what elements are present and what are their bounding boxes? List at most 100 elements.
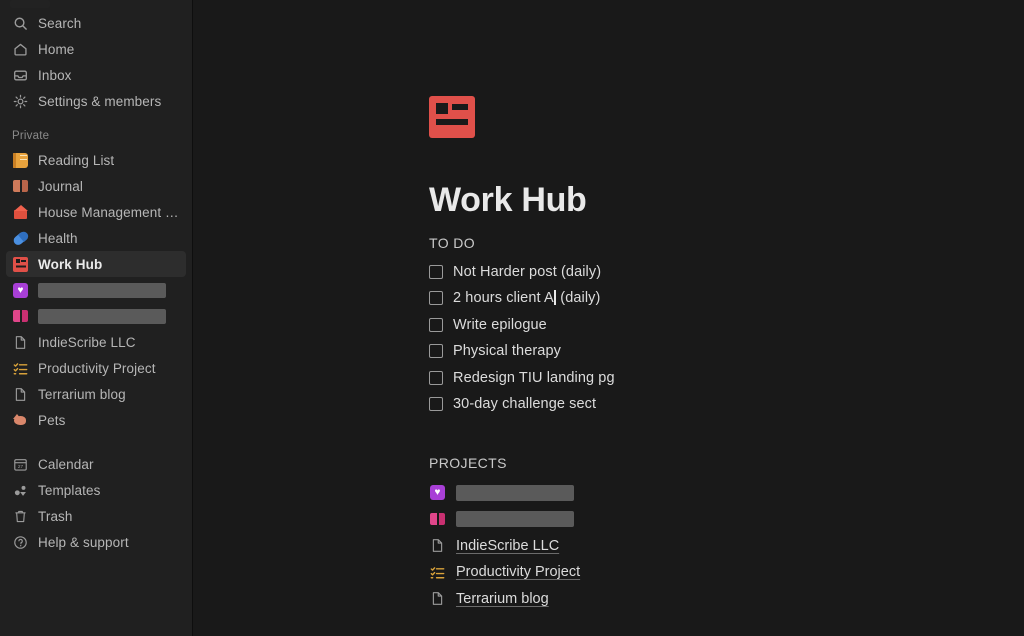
inbox-icon (12, 67, 29, 84)
project-link[interactable]: IndieScribe LLC (456, 538, 559, 554)
redacted-label (38, 282, 166, 298)
todo-checkbox[interactable] (429, 344, 443, 359)
sidebar-item-label: Home (38, 41, 75, 57)
purple-heart-emoji-icon (429, 484, 446, 501)
project-item-terrarium-blog[interactable]: Terrarium blog (429, 585, 1024, 612)
house-emoji-icon (12, 204, 29, 221)
sidebar-item-inbox[interactable]: Inbox (6, 62, 186, 88)
todo-item[interactable]: Write epilogue (429, 311, 1024, 338)
templates-icon (12, 482, 29, 499)
todo-checkbox[interactable] (429, 291, 443, 306)
sidebar-item-indiescribe-llc[interactable]: IndieScribe LLC (6, 329, 186, 355)
todo-item[interactable]: Not Harder post (daily) (429, 258, 1024, 285)
sidebar-item-label: Inbox (38, 67, 72, 83)
page-body: Work Hub TO DO Not Harder post (daily) 2… (193, 0, 1024, 612)
sidebar-item-search[interactable]: Search (6, 10, 186, 36)
notebook-emoji-icon (12, 152, 29, 169)
sidebar: Search Home Inbox Settings & members Pri… (0, 0, 193, 636)
sidebar-item-health[interactable]: Health (6, 225, 186, 251)
todo-item[interactable]: Physical therapy (429, 338, 1024, 365)
home-icon (12, 41, 29, 58)
todo-label-after-caret: (daily) (556, 290, 601, 307)
todo-label: Redesign TIU landing pg (453, 369, 615, 386)
todo-label: 2 hours client A (daily) (453, 290, 600, 306)
todo-item[interactable]: Redesign TIU landing pg (429, 364, 1024, 391)
main-content: Work Hub TO DO Not Harder post (daily) 2… (193, 0, 1024, 636)
todo-checkbox[interactable] (429, 264, 443, 279)
todo-label: Not Harder post (daily) (453, 263, 602, 280)
todo-label: Write epilogue (453, 316, 547, 333)
project-item-productivity-project[interactable]: Productivity Project (429, 559, 1024, 586)
document-icon (12, 334, 29, 351)
redacted-label (38, 308, 166, 324)
todo-checkbox[interactable] (429, 370, 443, 385)
sidebar-item-label: IndieScribe LLC (38, 334, 136, 350)
todo-checkbox[interactable] (429, 317, 443, 332)
pink-book-emoji-icon (12, 308, 29, 325)
pink-book-emoji-icon (429, 511, 446, 528)
document-icon (429, 590, 446, 607)
calendar-icon: 27 (12, 456, 29, 473)
gear-icon (12, 93, 29, 110)
sidebar-item-label: House Management Hub (38, 204, 180, 220)
todo-label: 30-day challenge sect (453, 396, 597, 413)
sidebar-item-trash[interactable]: Trash (6, 503, 186, 529)
sidebar-item-label: Templates (38, 482, 101, 498)
workspace-switcher-sliver[interactable] (10, 0, 50, 8)
sidebar-item-productivity-project[interactable]: Productivity Project (6, 355, 186, 381)
todo-checkbox[interactable] (429, 397, 443, 412)
sidebar-divider-gap (0, 433, 192, 451)
sidebar-item-reading-list[interactable]: Reading List (6, 147, 186, 173)
svg-text:27: 27 (18, 463, 24, 468)
book-emoji-icon (12, 178, 29, 195)
sidebar-item-label: Health (38, 230, 78, 246)
sidebar-item-redacted-1[interactable] (6, 277, 186, 303)
todo-item[interactable]: 30-day challenge sect (429, 391, 1024, 418)
help-circle-icon (12, 534, 29, 551)
sidebar-item-pets[interactable]: Pets (6, 407, 186, 433)
sidebar-item-label: Reading List (38, 152, 115, 168)
todo-item[interactable]: 2 hours client A (daily) (429, 285, 1024, 312)
sidebar-item-label: Terrarium blog (38, 386, 126, 402)
document-icon (429, 537, 446, 554)
purple-heart-emoji-icon (12, 282, 29, 299)
todo-heading: TO DO (429, 235, 476, 252)
sidebar-item-label: Productivity Project (38, 360, 156, 376)
sidebar-item-home[interactable]: Home (6, 36, 186, 62)
project-item-redacted-1[interactable] (429, 479, 1024, 506)
sidebar-item-house-management-hub[interactable]: House Management Hub (6, 199, 186, 225)
sidebar-item-journal[interactable]: Journal (6, 173, 186, 199)
redacted-project-label (456, 511, 574, 528)
projects-heading: PROJECTS (429, 455, 507, 472)
sidebar-item-terrarium-blog[interactable]: Terrarium blog (6, 381, 186, 407)
sidebar-item-label: Help & support (38, 534, 129, 550)
sidebar-item-label: Search (38, 15, 82, 31)
sidebar-item-calendar[interactable]: 27 Calendar (6, 451, 186, 477)
sidebar-item-label: Settings & members (38, 93, 162, 109)
sidebar-item-label: Calendar (38, 456, 94, 472)
project-link[interactable]: Terrarium blog (456, 591, 549, 607)
sidebar-item-label: Pets (38, 412, 66, 428)
private-section-label: Private (12, 130, 50, 142)
sidebar-item-work-hub[interactable]: Work Hub (6, 251, 186, 277)
card-index-emoji-icon (12, 256, 29, 273)
page-icon-card-index[interactable] (429, 96, 475, 138)
pill-emoji-icon (12, 230, 29, 247)
project-item-redacted-2[interactable] (429, 506, 1024, 533)
sidebar-item-label: Work Hub (38, 256, 103, 272)
pig-emoji-icon (12, 412, 29, 429)
sidebar-item-label: Journal (38, 178, 83, 194)
sidebar-item-redacted-2[interactable] (6, 303, 186, 329)
page-title: Work Hub (429, 181, 587, 219)
sidebar-item-help-and-support[interactable]: Help & support (6, 529, 186, 555)
sidebar-item-label: Trash (38, 508, 73, 524)
redacted-project-label (456, 484, 574, 501)
checklist-icon (429, 564, 446, 581)
project-item-indiescribe-llc[interactable]: IndieScribe LLC (429, 532, 1024, 559)
project-link[interactable]: Productivity Project (456, 564, 580, 580)
sidebar-item-templates[interactable]: Templates (6, 477, 186, 503)
checklist-icon (12, 360, 29, 377)
trash-icon (12, 508, 29, 525)
sidebar-item-settings-and-members[interactable]: Settings & members (6, 88, 186, 114)
document-icon (12, 386, 29, 403)
